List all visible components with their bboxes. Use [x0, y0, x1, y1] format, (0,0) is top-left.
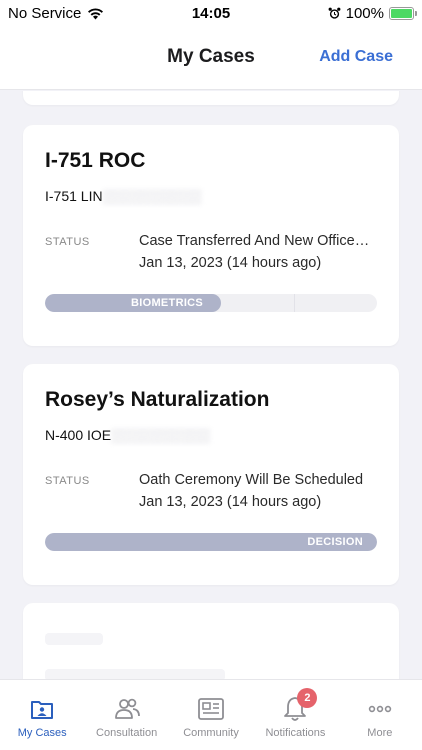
status-bar-right: 100%: [328, 4, 417, 22]
status-date: Jan 13, 2023 (14 hours ago): [139, 255, 322, 271]
case-card-partial[interactable]: [23, 91, 399, 105]
case-card[interactable]: I-751 ROC I-751 LIN▒▒▒▒▒▒▒▒▒▒ STATUS Cas…: [23, 125, 399, 346]
battery-percent: 100%: [345, 4, 384, 22]
tab-label: More: [367, 727, 393, 739]
case-title: Rosey’s Naturalization: [45, 388, 270, 411]
add-case-button[interactable]: Add Case: [319, 48, 393, 66]
briefcase-icon: [31, 701, 54, 719]
wifi-icon: [88, 7, 104, 19]
tab-label: Notifications: [265, 727, 326, 739]
tab-community[interactable]: Community: [169, 680, 253, 750]
progress-divider: [294, 294, 295, 312]
case-card-partial[interactable]: [23, 603, 399, 679]
status-bar-left: No Service: [8, 5, 104, 22]
tab-consultation[interactable]: Consultation: [84, 680, 168, 750]
tab-label: Consultation: [96, 727, 158, 739]
case-title: I-751 ROC: [45, 149, 146, 172]
status-date: Jan 13, 2023 (14 hours ago): [139, 494, 322, 510]
tab-my-cases[interactable]: My Cases: [0, 680, 84, 750]
tab-label: My Cases: [17, 727, 67, 739]
status-label: STATUS: [45, 236, 90, 248]
case-form-code: I-751 LIN: [45, 188, 103, 204]
status-text: Case Transferred And New Office…: [139, 233, 370, 249]
case-card[interactable]: Rosey’s Naturalization N-400 IOE▒▒▒▒▒▒▒▒…: [23, 364, 399, 585]
newspaper-icon: [198, 698, 224, 720]
battery-icon: [389, 6, 417, 20]
alarm-icon: [328, 7, 341, 19]
case-progress-bar: BIOMETRICS: [45, 294, 377, 312]
redacted-text: ▒▒▒▒▒▒▒▒▒▒: [111, 427, 211, 443]
more-dots-icon: [368, 705, 392, 713]
case-progress-bar: DECISION: [45, 533, 377, 551]
carrier-text: No Service: [8, 4, 82, 22]
case-form-code: N-400 IOE: [45, 427, 112, 443]
tab-label: Community: [183, 727, 239, 739]
nav-header: My Cases Add Case: [0, 26, 422, 90]
tab-more[interactable]: More: [338, 680, 422, 750]
notification-badge: 2: [297, 688, 318, 708]
tab-notifications[interactable]: 2 Notifications: [253, 680, 337, 750]
case-receipt: N-400 IOE▒▒▒▒▒▒▒▒▒▒: [45, 427, 210, 443]
status-label: STATUS: [45, 475, 90, 487]
progress-label: DECISION: [307, 536, 363, 548]
status-text: Oath Ceremony Will Be Scheduled: [139, 472, 364, 488]
battery-level: [391, 8, 412, 18]
redacted-text: [45, 633, 103, 645]
people-icon: [114, 698, 140, 719]
redacted-text: ▒▒▒▒▒▒▒▒▒▒: [102, 188, 202, 204]
tab-bar: My Cases Consultation Community 2 Notifi…: [0, 679, 422, 750]
redacted-text: [45, 669, 225, 679]
case-list[interactable]: I-751 ROC I-751 LIN▒▒▒▒▒▒▒▒▒▒ STATUS Cas…: [0, 91, 422, 679]
case-receipt: I-751 LIN▒▒▒▒▒▒▒▒▒▒: [45, 188, 202, 204]
progress-label: BIOMETRICS: [131, 297, 204, 309]
status-bar: No Service 14:05 100%: [0, 0, 422, 26]
